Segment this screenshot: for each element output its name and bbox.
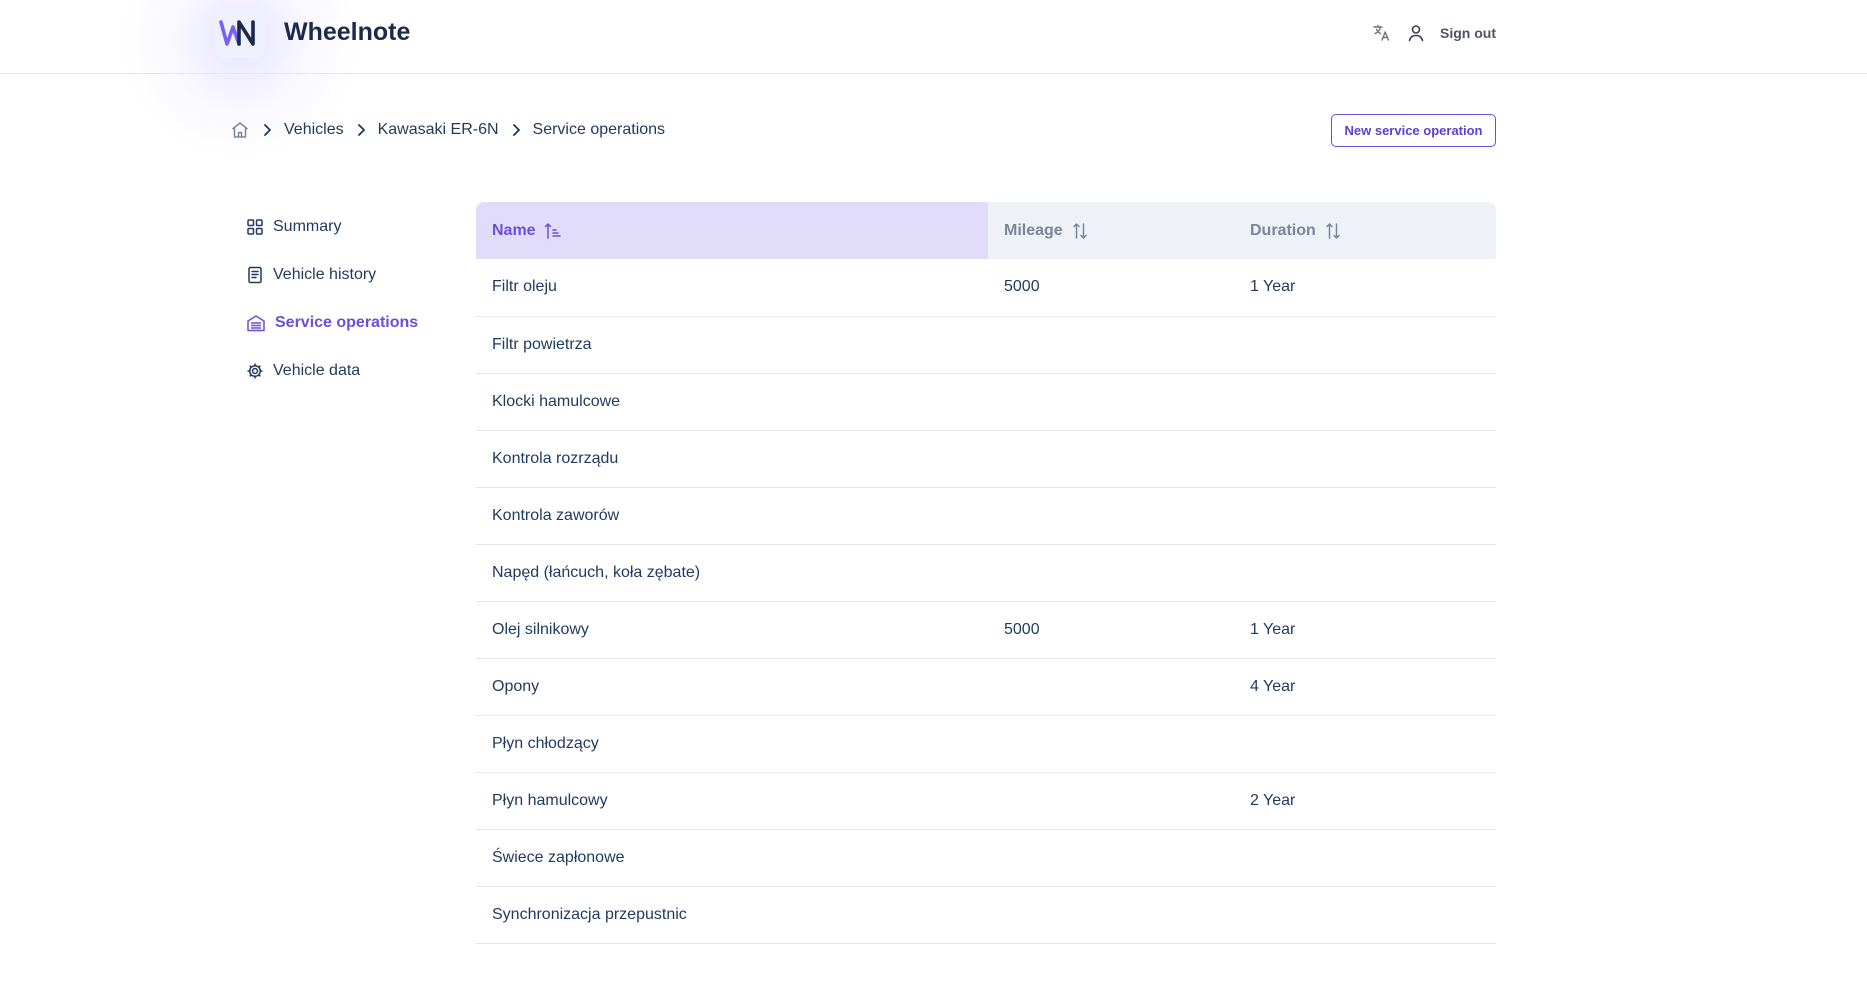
cell-duration [1234, 886, 1496, 944]
cell-mileage [988, 715, 1234, 773]
table-row[interactable]: Opony 4 Year [476, 658, 1496, 716]
breadcrumb-current: Service operations [532, 121, 666, 138]
column-header-name[interactable]: Name [476, 202, 988, 259]
sidebar: Summary Vehicle history Service operatio… [246, 203, 446, 395]
cell-mileage [988, 658, 1234, 716]
cell-duration [1234, 487, 1496, 545]
app-title: Wheelnote [284, 18, 411, 46]
cell-name: Kontrola zaworów [476, 487, 988, 545]
service-operations-table: Name Mileage Duration Filtr oleju 5000 1… [476, 202, 1496, 944]
cell-duration [1234, 829, 1496, 887]
top-bar: Wheelnote Sign out [0, 0, 1867, 74]
table-row[interactable]: Napęd (łańcuch, koła zębate) [476, 544, 1496, 602]
table-row[interactable]: Świece zapłonowe [476, 829, 1496, 887]
cell-name: Świece zapłonowe [476, 829, 988, 887]
user-icon[interactable] [1406, 23, 1426, 43]
cell-mileage [988, 886, 1234, 944]
sidebar-item-summary[interactable]: Summary [246, 203, 446, 251]
garage-icon [246, 314, 266, 332]
sidebar-item-service-operations[interactable]: Service operations [246, 299, 446, 347]
column-header-duration[interactable]: Duration [1234, 202, 1496, 259]
cell-name: Filtr oleju [476, 259, 988, 317]
cell-mileage [988, 829, 1234, 887]
cell-duration [1234, 373, 1496, 431]
sidebar-item-vehicle-history[interactable]: Vehicle history [246, 251, 446, 299]
breadcrumb: Vehicles Kawasaki ER-6N Service operatio… [230, 118, 665, 142]
cell-name: Kontrola rozrządu [476, 430, 988, 488]
gear-icon [246, 362, 264, 380]
cell-mileage [988, 316, 1234, 374]
cell-duration [1234, 715, 1496, 773]
sidebar-item-label: Vehicle history [273, 266, 377, 283]
cell-mileage: 5000 [988, 259, 1234, 317]
sidebar-item-label: Vehicle data [273, 362, 361, 379]
cell-name: Płyn hamulcowy [476, 772, 988, 830]
column-label: Mileage [1004, 221, 1063, 239]
wn-logo-icon [219, 20, 255, 46]
cell-mileage [988, 373, 1234, 431]
column-header-mileage[interactable]: Mileage [988, 202, 1234, 259]
sidebar-item-label: Summary [273, 218, 342, 235]
sort-icon [1071, 222, 1089, 240]
cell-mileage [988, 487, 1234, 545]
cell-duration: 1 Year [1234, 259, 1496, 317]
home-icon[interactable] [230, 120, 250, 140]
cell-duration: 2 Year [1234, 772, 1496, 830]
column-label: Duration [1250, 221, 1316, 239]
sidebar-item-label: Service operations [275, 314, 419, 331]
cell-mileage [988, 772, 1234, 830]
new-service-operation-button[interactable]: New service operation [1331, 114, 1496, 147]
cell-mileage: 5000 [988, 601, 1234, 659]
chevron-right-icon [260, 123, 274, 137]
grid-icon [246, 218, 264, 236]
cell-name: Opony [476, 658, 988, 716]
breadcrumb-vehicle[interactable]: Kawasaki ER-6N [378, 121, 499, 139]
cell-name: Synchronizacja przepustnic [476, 886, 988, 944]
breadcrumb-vehicles[interactable]: Vehicles [284, 121, 344, 139]
table-row[interactable]: Kontrola rozrządu [476, 430, 1496, 488]
header-actions: Sign out [1372, 20, 1496, 46]
chevron-right-icon [354, 123, 368, 137]
cell-mileage [988, 430, 1234, 488]
sidebar-item-vehicle-data[interactable]: Vehicle data [246, 347, 446, 395]
cell-name: Płyn chłodzący [476, 715, 988, 773]
cell-name: Klocki hamulcowe [476, 373, 988, 431]
sort-icon [1324, 222, 1342, 240]
chevron-right-icon [509, 123, 523, 137]
document-icon [246, 266, 264, 284]
table-row[interactable]: Kontrola zaworów [476, 487, 1496, 545]
cell-mileage [988, 544, 1234, 602]
cell-name: Filtr powietrza [476, 316, 988, 374]
column-label: Name [492, 221, 536, 239]
app-logo[interactable] [215, 8, 265, 58]
cell-duration [1234, 430, 1496, 488]
table-row[interactable]: Synchronizacja przepustnic [476, 886, 1496, 944]
sign-out-link[interactable]: Sign out [1440, 25, 1496, 41]
cell-duration [1234, 544, 1496, 602]
table-row[interactable]: Płyn hamulcowy 2 Year [476, 772, 1496, 830]
table-row[interactable]: Płyn chłodzący [476, 715, 1496, 773]
cell-name: Olej silnikowy [476, 601, 988, 659]
table-row[interactable]: Filtr powietrza [476, 316, 1496, 374]
cell-name: Napęd (łańcuch, koła zębate) [476, 544, 988, 602]
sort-ascending-icon [544, 222, 562, 240]
table-row[interactable]: Filtr oleju 5000 1 Year [476, 259, 1496, 317]
cell-duration: 1 Year [1234, 601, 1496, 659]
translate-icon[interactable] [1372, 23, 1392, 43]
table-row[interactable]: Olej silnikowy 5000 1 Year [476, 601, 1496, 659]
table-row[interactable]: Klocki hamulcowe [476, 373, 1496, 431]
cell-duration [1234, 316, 1496, 374]
cell-duration: 4 Year [1234, 658, 1496, 716]
